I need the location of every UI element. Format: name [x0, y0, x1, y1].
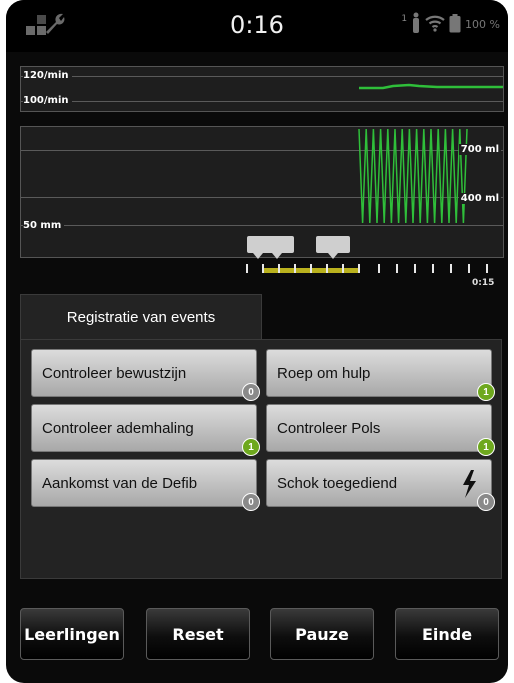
- status-bar: 0:16 1 100 %: [6, 0, 508, 52]
- timeline-tick: [326, 264, 328, 273]
- compression-rate-chart: 120/min 100/min: [20, 66, 504, 112]
- timeline-tick: [486, 264, 488, 273]
- timeline-tick: [396, 264, 398, 273]
- timeline-tick: [278, 264, 280, 273]
- count-badge: 1: [477, 383, 495, 401]
- students-button[interactable]: Leerlingen: [20, 608, 124, 660]
- volume-label-700: 700 ml: [458, 144, 501, 155]
- tab-event-registration[interactable]: Registratie van events: [20, 294, 262, 340]
- depth-label-50mm: 50 mm: [23, 220, 65, 231]
- status-indicators: 1 100 %: [401, 12, 500, 37]
- event-buttons-panel: Controleer bewustzijn 0 Roep om hulp 1 C…: [20, 339, 502, 579]
- timeline-tick: [294, 264, 296, 273]
- timeline-tick: [414, 264, 416, 273]
- count-badge: 0: [242, 493, 260, 511]
- button-label: Controleer ademhaling: [42, 419, 194, 437]
- rate-trace: [359, 83, 503, 90]
- count-badge: 0: [242, 383, 260, 401]
- timeline-marker[interactable]: [316, 236, 350, 259]
- button-label: Controleer Pols: [277, 419, 381, 437]
- timeline-tick: [262, 264, 264, 273]
- reset-button[interactable]: Reset: [146, 608, 250, 660]
- battery-percent: 100 %: [465, 18, 500, 31]
- count-badge: 1: [477, 438, 495, 456]
- battery-icon: [449, 13, 461, 36]
- timeline-tick: [468, 264, 470, 273]
- person-icon: [411, 12, 421, 37]
- call-for-help-button[interactable]: Roep om hulp 1: [266, 349, 495, 401]
- timeline-tick: [378, 264, 380, 273]
- check-pulse-button[interactable]: Controleer Pols 1: [266, 404, 495, 456]
- timeline-marker[interactable]: [260, 236, 294, 259]
- defib-arrival-button[interactable]: Aankomst van de Defib 0: [31, 459, 260, 511]
- timeline-tick: [432, 264, 434, 273]
- timeline-tick: [246, 264, 248, 273]
- pause-button[interactable]: Pauze: [270, 608, 374, 660]
- timeline-tick: [358, 264, 360, 273]
- shock-delivered-button[interactable]: Schok toegediend 0: [266, 459, 495, 511]
- timeline-tick: [310, 264, 312, 273]
- count-badge: 1: [242, 438, 260, 456]
- button-label: Schok toegediend: [277, 474, 398, 492]
- timeline-end-time: 0:15: [472, 278, 495, 288]
- signal-number: 1: [401, 13, 408, 24]
- app-screen: 0:16 1 100 % 120/min 100/min 700 ml 400 …: [6, 0, 508, 683]
- button-label: Controleer bewustzijn: [42, 364, 187, 382]
- end-button[interactable]: Einde: [395, 608, 499, 660]
- event-timeline: 0:15: [6, 232, 508, 292]
- volume-label-400: 400 ml: [458, 193, 501, 204]
- wifi-icon: [425, 14, 445, 35]
- timeline-tick: [450, 264, 452, 273]
- lightning-bolt-icon: [461, 470, 477, 502]
- check-breathing-button[interactable]: Controleer ademhaling 1: [31, 404, 260, 456]
- count-badge: 0: [477, 493, 495, 511]
- button-label: Roep om hulp: [277, 364, 371, 382]
- timeline-tick: [342, 264, 344, 273]
- check-consciousness-button[interactable]: Controleer bewustzijn 0: [31, 349, 260, 401]
- button-label: Aankomst van de Defib: [42, 474, 198, 492]
